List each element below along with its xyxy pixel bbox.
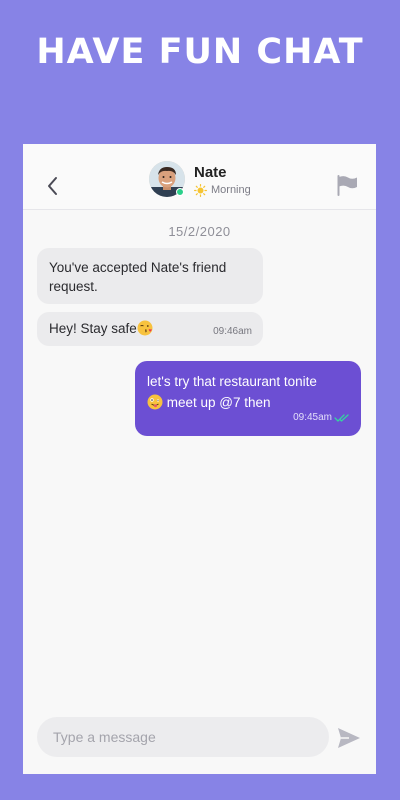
chat-screen: Nate Morning 15/2/2020 You've accepted N… [23, 144, 376, 774]
message-text: Hey! Stay safe [49, 321, 137, 336]
send-button[interactable] [336, 725, 362, 751]
message-composer [37, 717, 329, 757]
flag-icon [337, 175, 357, 196]
contact-status: Morning [194, 183, 251, 197]
report-button[interactable] [336, 174, 358, 196]
promo-headline: HAVE FUN CHAT [36, 32, 364, 72]
chat-header: Nate Morning [23, 144, 376, 210]
contact-name[interactable]: Nate [194, 164, 227, 181]
double-check-icon [334, 413, 349, 422]
message-text: meet up @7 then [166, 395, 271, 410]
sun-icon [194, 183, 207, 197]
date-separator: 15/2/2020 [168, 224, 231, 239]
message-time: 09:45am [293, 412, 332, 423]
message-time: 09:46am [213, 326, 252, 337]
back-button[interactable] [41, 174, 63, 198]
message-text-line1: let's try that restaurant tonite [147, 374, 317, 389]
message-bubble-incoming[interactable]: Hey! Stay safe 09:46am [37, 312, 263, 346]
zany-face-emoji [147, 394, 163, 416]
message-bubble-incoming[interactable]: You've accepted Nate's friend request. [37, 248, 263, 304]
message-bubble-outgoing[interactable]: let's try that restaurant tonite meet up… [135, 361, 361, 436]
message-meta: 09:45am [293, 407, 350, 428]
status-text: Morning [211, 184, 251, 196]
kissing-face-emoji [137, 320, 153, 341]
chevron-left-icon [48, 177, 57, 195]
message-text: You've accepted Nate's friend request. [49, 260, 227, 294]
send-icon [338, 728, 360, 748]
online-indicator [176, 188, 184, 196]
message-input[interactable] [53, 729, 313, 745]
